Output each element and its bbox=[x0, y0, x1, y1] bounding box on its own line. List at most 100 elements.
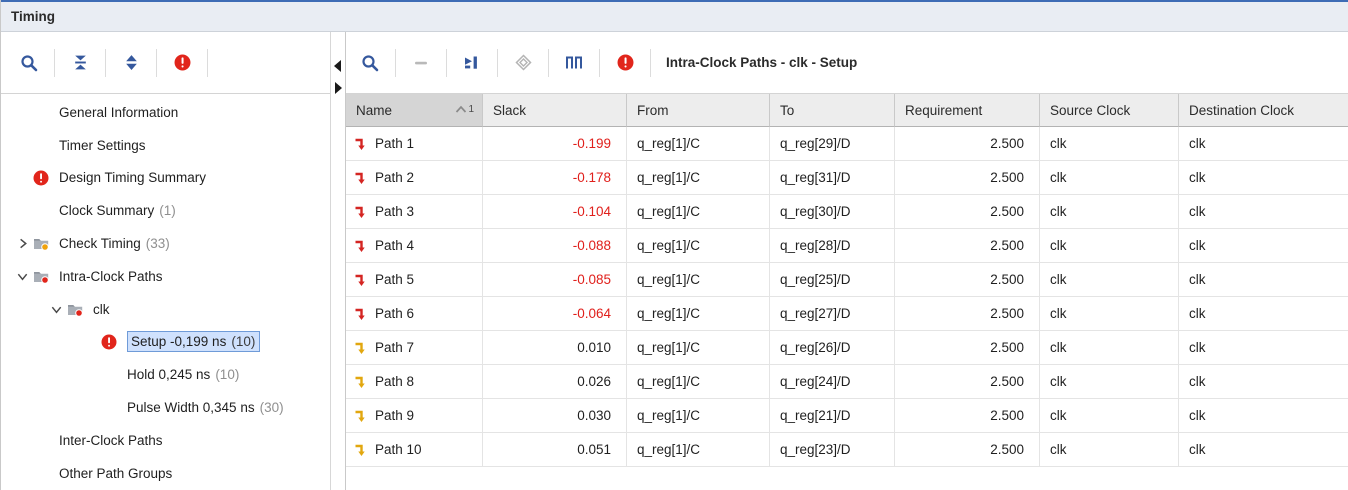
cell-destination-clock: clk bbox=[1179, 195, 1348, 229]
path-name: Path 2 bbox=[375, 170, 414, 185]
table-row-path-5[interactable]: Path 5 -0.085 q_reg[1]/C q_reg[25]/D 2.5… bbox=[346, 263, 1348, 297]
tree-item-label: Clock Summary bbox=[59, 203, 154, 218]
timing-path-error-icon bbox=[354, 239, 367, 253]
show-errors-button[interactable] bbox=[160, 43, 204, 83]
column-label: Destination Clock bbox=[1189, 103, 1294, 118]
cell-name: Path 7 bbox=[346, 331, 483, 365]
path-name: Path 10 bbox=[375, 442, 422, 457]
search-button[interactable] bbox=[7, 43, 51, 83]
tree-item-label: Other Path Groups bbox=[59, 466, 172, 481]
tree-item-other-path-groups[interactable]: Other Path Groups bbox=[1, 457, 330, 490]
waveform-button[interactable] bbox=[552, 43, 596, 83]
delay-paths-icon bbox=[464, 55, 480, 71]
delay-paths-button[interactable] bbox=[450, 43, 494, 83]
column-header-slack[interactable]: Slack bbox=[483, 94, 627, 127]
chevron-down-icon[interactable] bbox=[11, 270, 33, 283]
tree-item-clock-summary[interactable]: Clock Summary (1) bbox=[1, 194, 330, 227]
tree-item-clk[interactable]: clk bbox=[1, 293, 330, 326]
path-name: Path 9 bbox=[375, 408, 414, 423]
table-row-path-8[interactable]: Path 8 0.026 q_reg[1]/C q_reg[24]/D 2.50… bbox=[346, 365, 1348, 399]
cell-destination-clock: clk bbox=[1179, 161, 1348, 195]
selected-tree-item: Setup -0,199 ns (10) bbox=[127, 331, 260, 352]
column-header-name[interactable]: Name 1 bbox=[346, 94, 483, 127]
cell-name: Path 9 bbox=[346, 399, 483, 433]
tree-item-label: Setup -0,199 ns bbox=[131, 334, 226, 349]
column-label: Source Clock bbox=[1050, 103, 1130, 118]
error-filter-icon bbox=[174, 54, 191, 71]
tree-item-intra-clock-paths[interactable]: Intra-Clock Paths bbox=[1, 260, 330, 293]
cell-name: Path 4 bbox=[346, 229, 483, 263]
tree-item-pulse-width[interactable]: Pulse Width 0,345 ns (30) bbox=[1, 391, 330, 424]
cell-from: q_reg[1]/C bbox=[627, 331, 770, 365]
folder-red-dot-icon bbox=[33, 269, 59, 284]
panel-body: General Information Timer Settings Desig… bbox=[1, 32, 1348, 490]
cell-slack: 0.026 bbox=[483, 365, 627, 399]
timing-path-error-icon bbox=[354, 171, 367, 185]
cell-requirement: 2.500 bbox=[895, 229, 1040, 263]
column-header-requirement[interactable]: Requirement bbox=[895, 94, 1040, 127]
collapse-right-icon[interactable] bbox=[335, 82, 342, 94]
cell-to: q_reg[23]/D bbox=[770, 433, 895, 467]
search-button[interactable] bbox=[348, 43, 392, 83]
table-row-path-10[interactable]: Path 10 0.051 q_reg[1]/C q_reg[23]/D 2.5… bbox=[346, 433, 1348, 467]
toolbar-separator bbox=[497, 49, 498, 77]
path-name: Path 4 bbox=[375, 238, 414, 253]
cell-from: q_reg[1]/C bbox=[627, 433, 770, 467]
waveform-icon bbox=[565, 55, 583, 71]
paths-table-header: Name 1 Slack From To Requirement Source … bbox=[346, 94, 1348, 127]
cell-to: q_reg[25]/D bbox=[770, 263, 895, 297]
remove-button[interactable] bbox=[399, 43, 443, 83]
table-row-path-4[interactable]: Path 4 -0.088 q_reg[1]/C q_reg[28]/D 2.5… bbox=[346, 229, 1348, 263]
error-filter-icon bbox=[617, 54, 634, 71]
column-header-to[interactable]: To bbox=[770, 94, 895, 127]
column-label: Slack bbox=[493, 103, 526, 118]
toolbar-separator bbox=[54, 49, 55, 77]
tree-item-setup[interactable]: Setup -0,199 ns (10) bbox=[1, 326, 330, 359]
chevron-down-icon[interactable] bbox=[45, 303, 67, 316]
chevron-right-icon[interactable] bbox=[11, 237, 33, 250]
table-row-path-7[interactable]: Path 7 0.010 q_reg[1]/C q_reg[26]/D 2.50… bbox=[346, 331, 1348, 365]
collapse-all-button[interactable] bbox=[58, 43, 102, 83]
cell-slack: -0.104 bbox=[483, 195, 627, 229]
cell-to: q_reg[29]/D bbox=[770, 127, 895, 161]
expand-all-button[interactable] bbox=[109, 43, 153, 83]
table-row-path-6[interactable]: Path 6 -0.064 q_reg[1]/C q_reg[27]/D 2.5… bbox=[346, 297, 1348, 331]
tree-item-count: (30) bbox=[260, 400, 284, 415]
expand-all-icon bbox=[123, 54, 140, 71]
cell-from: q_reg[1]/C bbox=[627, 195, 770, 229]
tree-item-general-information[interactable]: General Information bbox=[1, 96, 330, 129]
cell-requirement: 2.500 bbox=[895, 433, 1040, 467]
table-row-path-9[interactable]: Path 9 0.030 q_reg[1]/C q_reg[21]/D 2.50… bbox=[346, 399, 1348, 433]
column-header-destination-clock[interactable]: Destination Clock bbox=[1179, 94, 1348, 127]
column-header-from[interactable]: From bbox=[627, 94, 770, 127]
tree-item-design-timing-summary[interactable]: Design Timing Summary bbox=[1, 162, 330, 195]
show-errors-button[interactable] bbox=[603, 43, 647, 83]
cell-requirement: 2.500 bbox=[895, 127, 1040, 161]
cell-source-clock: clk bbox=[1040, 399, 1179, 433]
diamond-target-button[interactable] bbox=[501, 43, 545, 83]
cell-source-clock: clk bbox=[1040, 161, 1179, 195]
cell-slack: 0.051 bbox=[483, 433, 627, 467]
cell-name: Path 2 bbox=[346, 161, 483, 195]
table-row-path-2[interactable]: Path 2 -0.178 q_reg[1]/C q_reg[31]/D 2.5… bbox=[346, 161, 1348, 195]
tree-item-check-timing[interactable]: Check Timing (33) bbox=[1, 227, 330, 260]
cell-from: q_reg[1]/C bbox=[627, 263, 770, 297]
tree-item-hold[interactable]: Hold 0,245 ns (10) bbox=[1, 358, 330, 391]
cell-destination-clock: clk bbox=[1179, 399, 1348, 433]
path-name: Path 8 bbox=[375, 374, 414, 389]
collapse-left-icon[interactable] bbox=[334, 60, 341, 72]
path-name: Path 7 bbox=[375, 340, 414, 355]
cell-requirement: 2.500 bbox=[895, 399, 1040, 433]
tree-item-timer-settings[interactable]: Timer Settings bbox=[1, 129, 330, 162]
table-row-path-3[interactable]: Path 3 -0.104 q_reg[1]/C q_reg[30]/D 2.5… bbox=[346, 195, 1348, 229]
column-header-source-clock[interactable]: Source Clock bbox=[1040, 94, 1179, 127]
panel-splitter[interactable] bbox=[331, 32, 345, 490]
cell-slack: -0.199 bbox=[483, 127, 627, 161]
table-row-path-1[interactable]: Path 1 -0.199 q_reg[1]/C q_reg[29]/D 2.5… bbox=[346, 127, 1348, 161]
cell-requirement: 2.500 bbox=[895, 331, 1040, 365]
tree-item-inter-clock-paths[interactable]: Inter-Clock Paths bbox=[1, 424, 330, 457]
paths-view-title: Intra-Clock Paths - clk - Setup bbox=[666, 55, 857, 70]
toolbar-separator bbox=[156, 49, 157, 77]
tree-item-count: (1) bbox=[159, 203, 176, 218]
tree-item-count: (10) bbox=[231, 334, 255, 349]
